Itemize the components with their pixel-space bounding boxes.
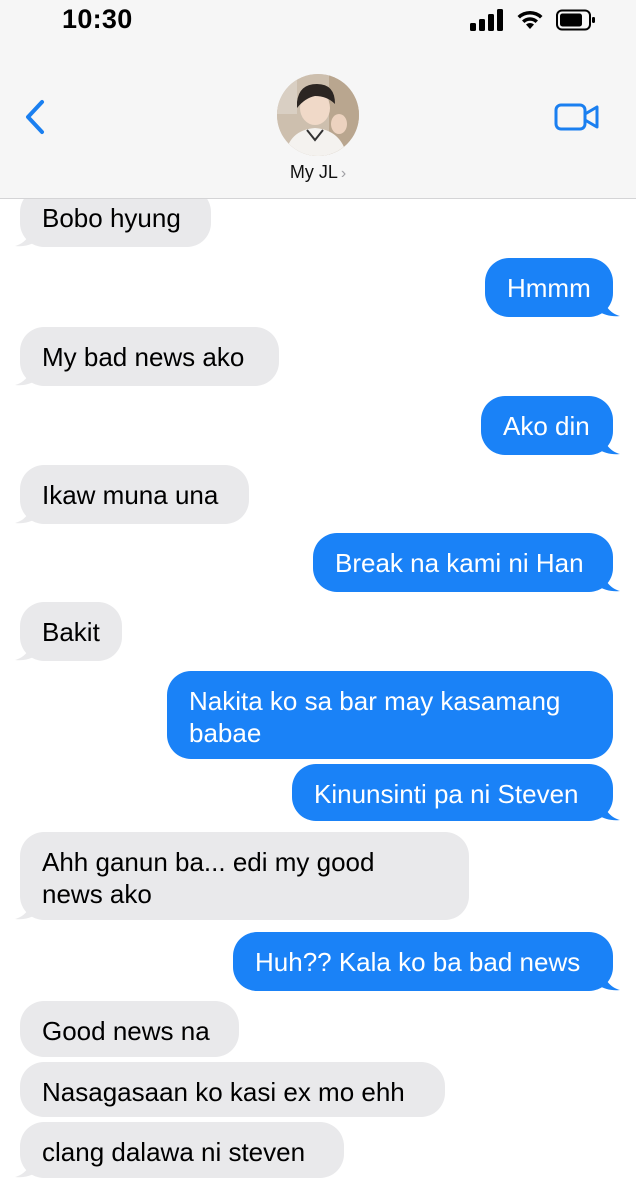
message-bubble-incoming[interactable]: clang dalawa ni steven [20, 1122, 344, 1178]
status-time: 10:30 [62, 4, 133, 34]
chevron-right-icon: › [340, 165, 347, 182]
back-chevron-icon [26, 100, 44, 134]
status-icons [470, 9, 596, 31]
message-bubble-outgoing[interactable]: Break na kami ni Han [313, 533, 613, 592]
message-bubble-outgoing[interactable]: Kinunsinti pa ni Steven [292, 764, 613, 821]
message-bubble-outgoing[interactable]: Ako din [481, 396, 613, 455]
message-bubble-incoming[interactable]: Ikaw muna una [20, 465, 249, 524]
bubble-tail [598, 297, 620, 317]
message-bubble-incoming[interactable]: Ahh ganun ba... edi my good news ako [20, 832, 469, 920]
battery-icon [556, 9, 595, 31]
bubble-tail [15, 1158, 37, 1178]
bubble-tail [598, 971, 620, 991]
bubble-tail [15, 641, 37, 661]
conversation-header: 10:30 My JL › [0, 0, 636, 199]
message-bubble-outgoing[interactable]: Nakita ko sa bar may kasamang babae [167, 671, 613, 759]
bubble-tail [15, 366, 37, 386]
bubble-tail [598, 801, 620, 821]
message-bubble-incoming[interactable]: My bad news ako [20, 327, 279, 386]
bubble-tail [598, 435, 620, 455]
contact-name-button[interactable]: My JL › [0, 162, 636, 183]
bubble-tail [15, 504, 37, 524]
message-bubble-incoming[interactable]: Good news na [20, 1001, 239, 1057]
signal-icon [470, 9, 503, 31]
contact-avatar[interactable] [277, 74, 359, 156]
wifi-icon [517, 10, 543, 29]
message-bubble-incoming[interactable]: Nasagasaan ko kasi ex mo ehh [20, 1062, 445, 1117]
back-button[interactable] [22, 98, 54, 138]
video-call-icon [554, 103, 599, 131]
bubble-tail [15, 900, 37, 920]
facetime-video-button[interactable] [554, 100, 600, 134]
message-bubble-outgoing[interactable]: Huh?? Kala ko ba bad news [233, 932, 613, 991]
avatar-photo [277, 74, 359, 156]
bubble-tail [15, 227, 37, 247]
bubble-tail [598, 572, 620, 592]
contact-name: My JL [289, 162, 338, 182]
message-bubble-outgoing[interactable]: Hmmm [485, 258, 613, 317]
